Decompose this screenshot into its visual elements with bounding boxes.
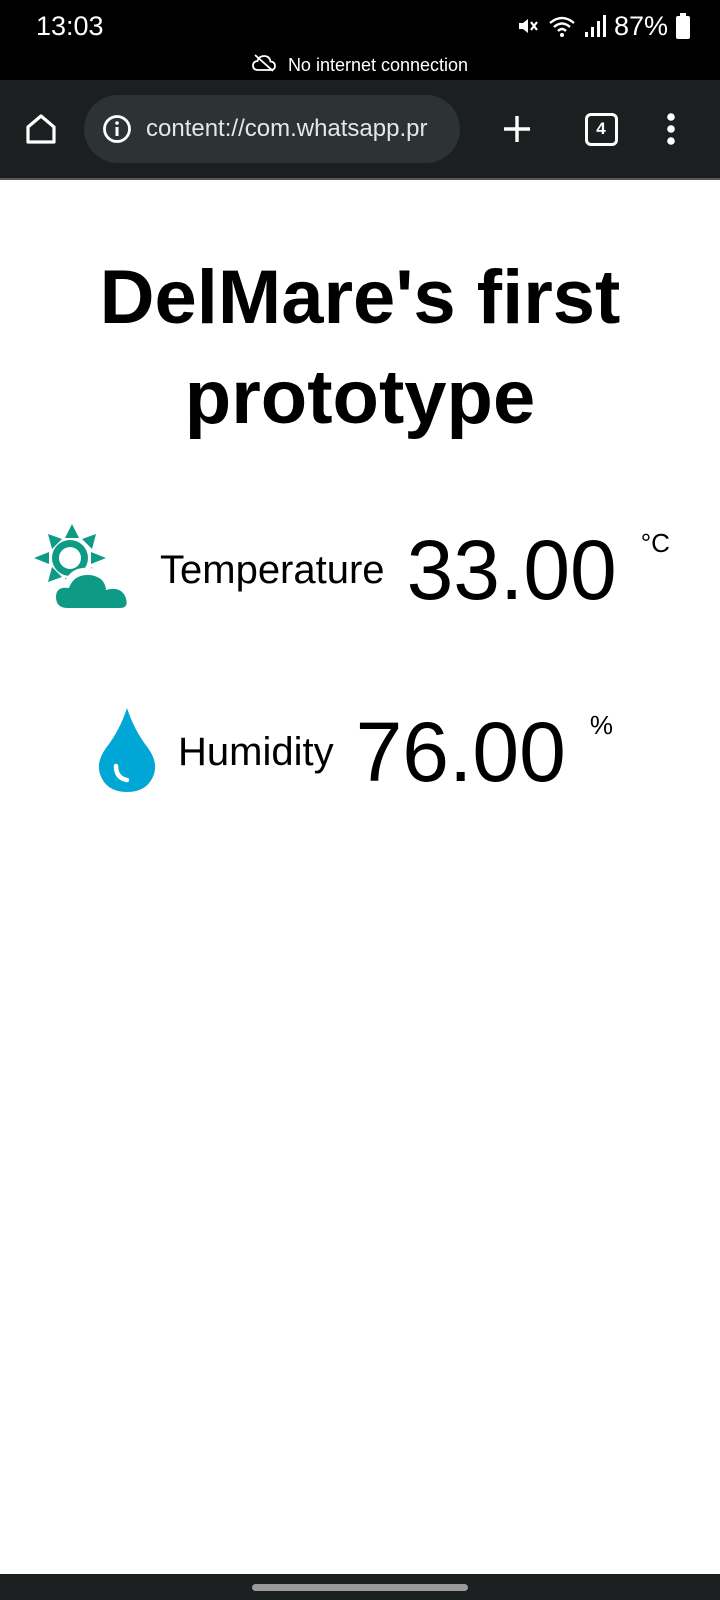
- reading-label: Temperature: [160, 547, 385, 592]
- browser-toolbar: content://com.whatsapp.pr 4: [0, 80, 720, 180]
- battery-icon: [676, 13, 690, 39]
- info-icon[interactable]: [102, 114, 132, 144]
- mute-icon: [516, 14, 540, 38]
- reading-unit: °C: [640, 528, 670, 558]
- new-tab-button[interactable]: [494, 106, 540, 152]
- offline-message: No internet connection: [287, 54, 469, 75]
- plus-icon: [504, 116, 530, 142]
- tab-count: 4: [584, 112, 618, 146]
- system-nav-bar: [0, 1574, 720, 1600]
- offline-banner: No internet connection: [0, 50, 720, 80]
- sun-cloud-icon: [34, 523, 142, 617]
- tab-switcher-button[interactable]: 4: [578, 106, 624, 152]
- more-vert-icon: [667, 113, 675, 145]
- signal-icon: [584, 14, 606, 38]
- battery-percent: 87%: [613, 11, 668, 41]
- reading-label: Humidity: [178, 729, 334, 774]
- address-bar[interactable]: content://com.whatsapp.pr: [84, 95, 460, 163]
- menu-button[interactable]: [648, 106, 694, 152]
- reading-value: 33.00: [406, 523, 617, 617]
- reading-unit: %: [589, 710, 613, 740]
- temperature-reading: Temperature 33.00 °C: [34, 520, 670, 620]
- water-drop-icon: [96, 707, 158, 797]
- page-title: DelMare's first prototype: [99, 255, 621, 440]
- home-button[interactable]: [18, 106, 64, 152]
- gesture-handle[interactable]: [252, 1584, 468, 1591]
- home-icon: [26, 114, 56, 144]
- reading-value: 76.00: [355, 705, 566, 799]
- wifi-icon: [548, 14, 576, 38]
- cloud-off-icon: [252, 53, 276, 77]
- url-text[interactable]: content://com.whatsapp.pr: [146, 113, 448, 145]
- humidity-reading: Humidity 76.00 %: [96, 702, 613, 802]
- status-time: 13:03: [36, 11, 104, 41]
- status-icons: 87%: [516, 10, 690, 42]
- status-bar: 13:03 87% No internet connection: [0, 0, 720, 80]
